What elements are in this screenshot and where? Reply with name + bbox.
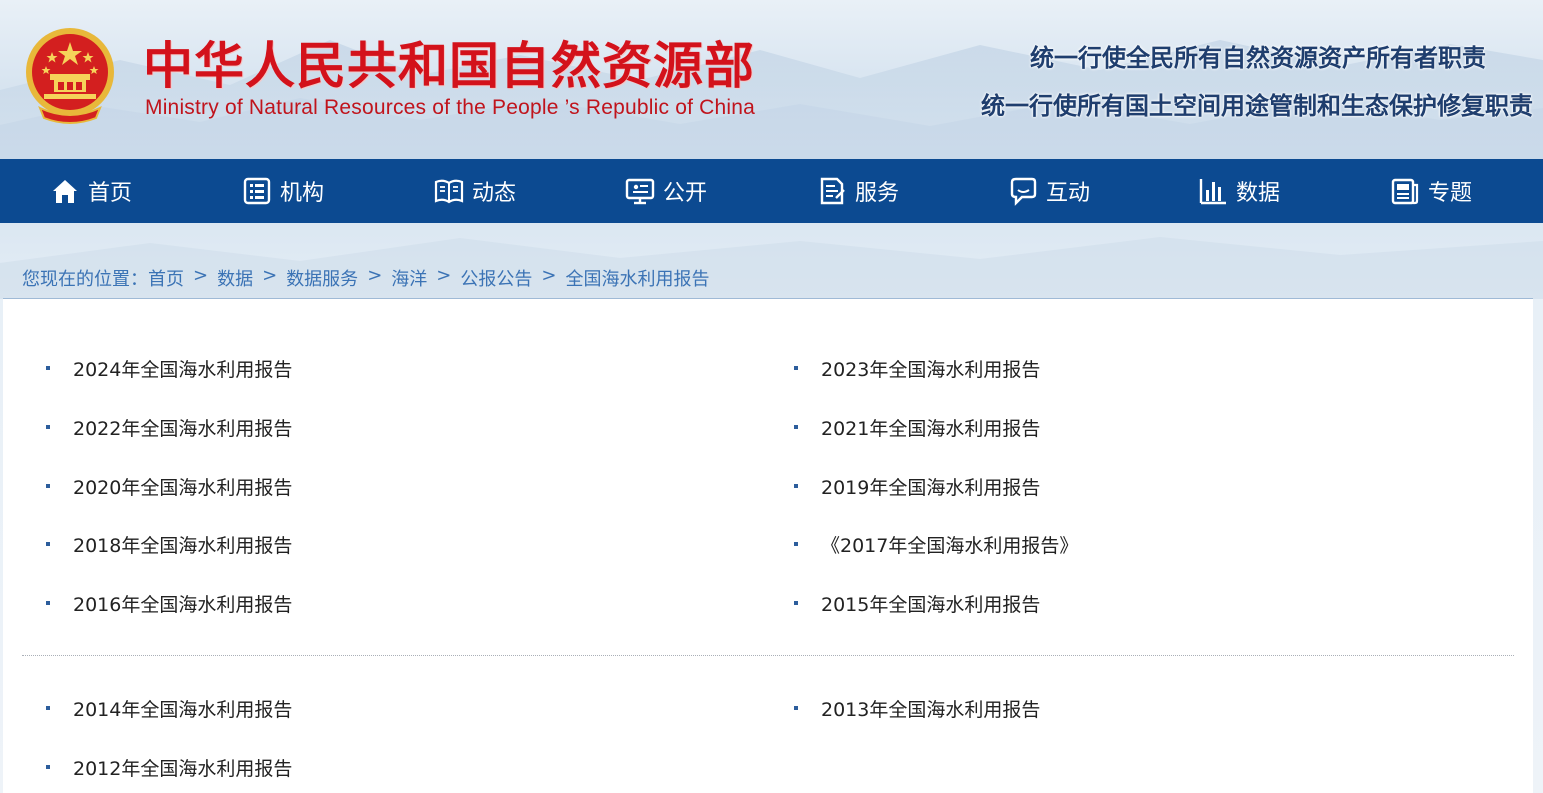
report-link[interactable]: 2021年全国海水利用报告 xyxy=(821,414,1040,441)
nav-item-data[interactable]: 数据 xyxy=(1198,159,1280,223)
report-link[interactable]: 2016年全国海水利用报告 xyxy=(73,590,292,617)
list-item[interactable]: 2023年全国海水利用报告 xyxy=(794,353,1040,383)
list-item[interactable]: 2020年全国海水利用报告 xyxy=(46,471,292,501)
bullet-icon xyxy=(46,601,50,605)
bullet-icon xyxy=(46,425,50,429)
list-item[interactable]: 2022年全国海水利用报告 xyxy=(46,412,292,442)
report-link[interactable]: 2013年全国海水利用报告 xyxy=(821,695,1040,722)
bullet-icon xyxy=(794,484,798,488)
list-item[interactable]: 《2017年全国海水利用报告》 xyxy=(794,529,1078,559)
bullet-icon xyxy=(46,542,50,546)
breadcrumb-link-data-services[interactable]: 数据服务 xyxy=(286,265,358,291)
nav-label: 动态 xyxy=(472,181,517,206)
nav-item-services[interactable]: 服务 xyxy=(817,159,899,223)
list-item[interactable]: 2013年全国海水利用报告 xyxy=(794,693,1040,723)
list-item[interactable]: 2018年全国海水利用报告 xyxy=(46,529,292,559)
bullet-icon xyxy=(794,542,798,546)
nav-item-news[interactable]: 动态 xyxy=(434,159,516,223)
breadcrumb-separator: > xyxy=(436,265,452,286)
list-item[interactable]: 2024年全国海水利用报告 xyxy=(46,353,292,383)
list-item[interactable]: 2012年全国海水利用报告 xyxy=(46,752,292,782)
list-item[interactable]: 2015年全国海水利用报告 xyxy=(794,588,1040,618)
breadcrumb-link-data[interactable]: 数据 xyxy=(217,265,253,291)
bullet-icon xyxy=(794,706,798,710)
breadcrumb-link-current[interactable]: 全国海水利用报告 xyxy=(565,265,709,291)
report-link[interactable]: 2019年全国海水利用报告 xyxy=(821,473,1040,500)
bullet-icon xyxy=(46,366,50,370)
breadcrumb-separator: > xyxy=(367,265,383,286)
site-title-en: Ministry of Natural Resources of the Peo… xyxy=(145,96,756,119)
newspaper-icon xyxy=(1391,178,1419,205)
nav-label: 专题 xyxy=(1428,181,1473,206)
site-title-cn: 中华人民共和国自然资源部 xyxy=(143,36,755,95)
nav-label: 首页 xyxy=(88,181,133,206)
breadcrumb-separator: > xyxy=(193,265,209,286)
national-emblem-icon xyxy=(26,28,114,124)
nav-label: 机构 xyxy=(280,181,325,206)
list-item[interactable]: 2021年全国海水利用报告 xyxy=(794,412,1040,442)
main-nav: 首页 机构 动态 公开 服务 互动 数据 专题 xyxy=(0,159,1543,223)
report-link[interactable]: 2020年全国海水利用报告 xyxy=(73,473,292,500)
nav-label: 服务 xyxy=(855,181,900,206)
nav-label: 公开 xyxy=(663,181,708,206)
bullet-icon xyxy=(794,601,798,605)
report-link[interactable]: 2024年全国海水利用报告 xyxy=(73,355,292,382)
report-link[interactable]: 2022年全国海水利用报告 xyxy=(73,414,292,441)
monitor-icon xyxy=(625,178,655,205)
report-list-panel: 2024年全国海水利用报告 2023年全国海水利用报告 2022年全国海水利用报… xyxy=(3,298,1533,793)
breadcrumb-link-ocean[interactable]: 海洋 xyxy=(391,265,427,291)
bullet-icon xyxy=(794,366,798,370)
report-link[interactable]: 2014年全国海水利用报告 xyxy=(73,695,292,722)
form-icon xyxy=(820,177,845,205)
list-item[interactable]: 2014年全国海水利用报告 xyxy=(46,693,292,723)
nav-label: 数据 xyxy=(1236,181,1281,206)
report-link[interactable]: 2018年全国海水利用报告 xyxy=(73,531,292,558)
breadcrumb-separator: > xyxy=(262,265,278,286)
nav-item-topics[interactable]: 专题 xyxy=(1390,159,1472,223)
organization-icon xyxy=(243,177,271,205)
nav-item-home[interactable]: 首页 xyxy=(50,159,132,223)
breadcrumb-prefix: 您现在的位置： xyxy=(22,269,148,290)
breadcrumb-link-home[interactable]: 首页 xyxy=(148,265,184,291)
group-divider xyxy=(22,655,1514,656)
list-item[interactable]: 2016年全国海水利用报告 xyxy=(46,588,292,618)
nav-item-public[interactable]: 公开 xyxy=(625,159,707,223)
breadcrumb-link-bulletins[interactable]: 公报公告 xyxy=(460,265,532,291)
nav-item-organization[interactable]: 机构 xyxy=(242,159,324,223)
breadcrumb: 您现在的位置： 首页 > 数据 > 数据服务 > 海洋 > 公报公告 > 全国海… xyxy=(22,265,709,291)
list-item[interactable]: 2019年全国海水利用报告 xyxy=(794,471,1040,501)
slogan-line-2: 统一行使所有国土空间用途管制和生态保护修复职责 xyxy=(981,91,1533,120)
bullet-icon xyxy=(794,425,798,429)
site-header: 中华人民共和国自然资源部 Ministry of Natural Resourc… xyxy=(0,0,1543,159)
home-icon xyxy=(53,180,77,203)
report-link[interactable]: 2023年全国海水利用报告 xyxy=(821,355,1040,382)
slogan-line-1: 统一行使全民所有自然资源资产所有者职责 xyxy=(1030,43,1486,72)
bullet-icon xyxy=(46,484,50,488)
bullet-icon xyxy=(46,765,50,769)
report-link[interactable]: 《2017年全国海水利用报告》 xyxy=(821,531,1078,558)
book-icon xyxy=(434,179,464,204)
bar-chart-icon xyxy=(1199,179,1226,205)
report-link[interactable]: 2012年全国海水利用报告 xyxy=(73,754,292,781)
breadcrumb-band: 您现在的位置： 首页 > 数据 > 数据服务 > 海洋 > 公报公告 > 全国海… xyxy=(0,223,1543,299)
chat-icon xyxy=(1010,177,1037,206)
breadcrumb-separator: > xyxy=(541,265,557,286)
report-link[interactable]: 2015年全国海水利用报告 xyxy=(821,590,1040,617)
bullet-icon xyxy=(46,706,50,710)
nav-label: 互动 xyxy=(1046,181,1091,206)
nav-item-interaction[interactable]: 互动 xyxy=(1008,159,1090,223)
